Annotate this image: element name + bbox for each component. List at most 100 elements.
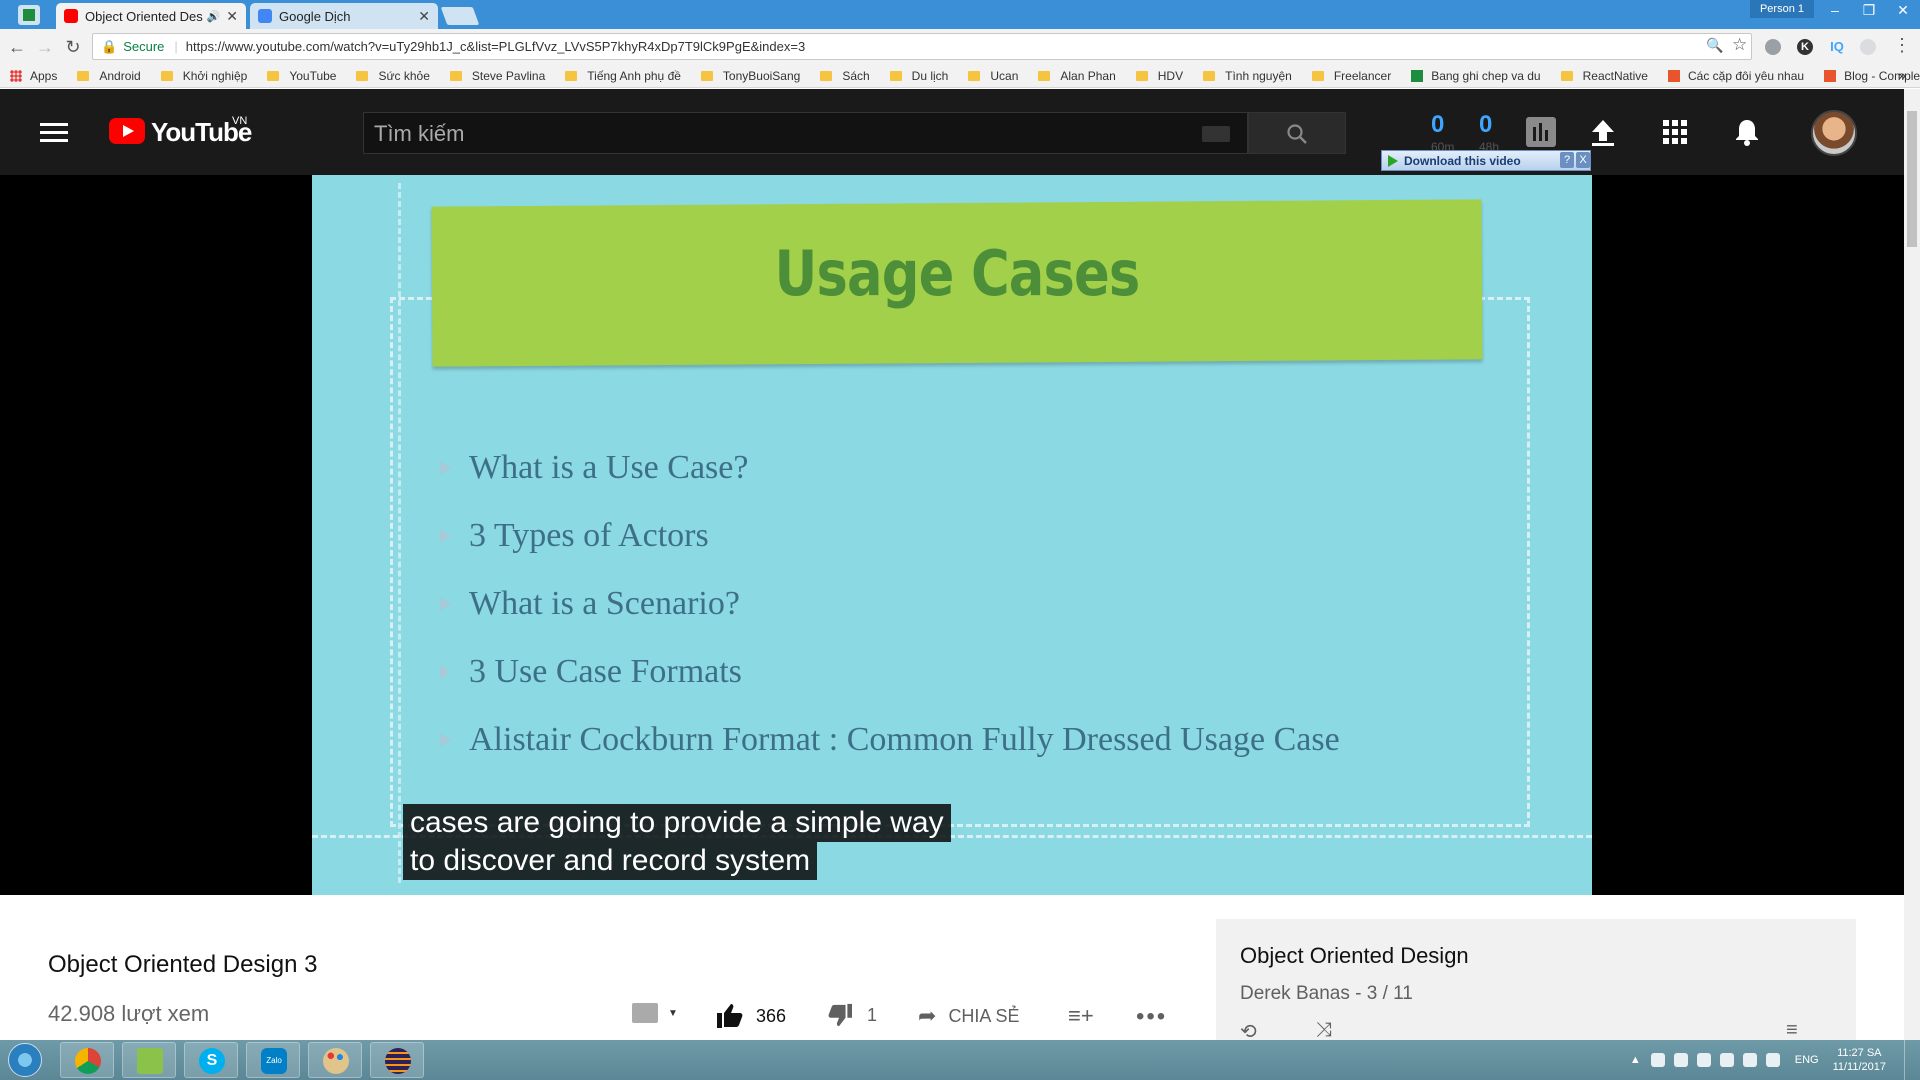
tab-close-icon[interactable]: ✕	[418, 8, 430, 25]
taskbar-zalo[interactable]: Zalo	[246, 1042, 300, 1078]
bookmark-item[interactable]: Sức khỏe	[356, 69, 430, 83]
analytics-icon[interactable]	[1526, 117, 1556, 147]
iq-extension-icon[interactable]: IQ	[1826, 39, 1848, 55]
bookmark-label: Alan Phan	[1060, 68, 1116, 83]
menu-icon[interactable]: ⋮	[1893, 35, 1911, 56]
taskbar-chrome[interactable]	[60, 1042, 114, 1078]
playlist-title[interactable]: Object Oriented Design	[1240, 943, 1469, 969]
forward-icon[interactable]: →	[34, 37, 56, 57]
scrollbar-thumb[interactable]	[1907, 111, 1917, 247]
notifications-bell-icon[interactable]	[1732, 117, 1762, 147]
tray-app-icon[interactable]	[1765, 1053, 1780, 1067]
back-icon[interactable]: ←	[6, 37, 28, 57]
bookmark-label: ReactNative	[1582, 68, 1648, 83]
video-player[interactable]: Usage Cases What is a Use Case? 3 Types …	[0, 175, 1904, 895]
shuffle-icon[interactable]: ⤨	[1316, 1019, 1332, 1042]
slide-bullet: What is a Scenario?	[440, 585, 740, 623]
add-to-playlist-icon[interactable]: ≡+	[1068, 1003, 1094, 1029]
paint-palette-icon	[323, 1048, 349, 1074]
volume-icon[interactable]	[1673, 1053, 1688, 1067]
taskbar-notepad[interactable]	[122, 1042, 176, 1078]
bookmark-item[interactable]: Khởi nghiệp	[160, 69, 247, 83]
clock[interactable]: 11:27 SA 11/11/2017	[1833, 1046, 1886, 1074]
folder-icon	[1038, 70, 1051, 81]
bookmark-item[interactable]: Sách	[820, 69, 870, 83]
network-icon[interactable]	[1696, 1053, 1711, 1067]
bookmark-item[interactable]: HDV	[1135, 69, 1183, 83]
bookmark-item[interactable]: Du lịch	[889, 69, 948, 83]
stat-60m-value: 0	[1431, 111, 1445, 138]
page-scrollbar[interactable]	[1904, 89, 1920, 1040]
download-help-button[interactable]: ?	[1560, 152, 1574, 168]
show-desktop-button[interactable]	[1904, 1040, 1914, 1080]
notepad-icon	[137, 1048, 163, 1074]
playlist-menu-icon[interactable]: ≡	[1786, 1019, 1798, 1042]
ext-circle-icon[interactable]	[1860, 39, 1876, 55]
new-tab-button[interactable]	[440, 7, 480, 25]
tab-title: Google Dịch	[279, 8, 351, 24]
folder-icon	[565, 70, 578, 81]
zoom-icon[interactable]: 🔍	[1706, 37, 1723, 54]
tray-expand-icon[interactable]: ▲	[1630, 1054, 1641, 1066]
download-play-icon	[1388, 154, 1398, 167]
bookmarks-overflow-icon[interactable]: »	[1898, 67, 1906, 83]
tab-close-icon[interactable]: ✕	[226, 8, 238, 25]
taskbar-skype[interactable]: S	[184, 1042, 238, 1078]
apps-grid-icon	[10, 69, 22, 82]
minimize-button[interactable]: –	[1818, 0, 1852, 22]
avatar[interactable]	[1811, 110, 1857, 156]
tab-title: Object Oriented Desig	[85, 8, 203, 24]
folder-icon	[267, 70, 280, 81]
bookmark-label: Apps	[30, 68, 58, 83]
keyboard-icon[interactable]	[1202, 126, 1230, 142]
taskbar-eclipse[interactable]	[370, 1042, 424, 1078]
bookmark-item[interactable]: Android	[77, 69, 141, 83]
bookmark-item[interactable]: YouTube	[267, 69, 336, 83]
download-close-button[interactable]: X	[1576, 152, 1590, 168]
star-icon[interactable]: ☆	[1732, 35, 1747, 55]
close-window-button[interactable]: ✕	[1886, 0, 1920, 22]
dislike-button[interactable]: 1	[827, 1003, 877, 1027]
profile-button[interactable]: Person 1	[1749, 0, 1814, 18]
ext-gray-icon[interactable]	[1765, 39, 1781, 55]
sheets-app-icon[interactable]	[18, 5, 40, 25]
tab-youtube[interactable]: Object Oriented Desig 🔊 ✕	[56, 3, 246, 29]
bookmark-item[interactable]: Freelancer	[1311, 69, 1391, 83]
apps-grid-icon[interactable]	[1660, 117, 1690, 147]
slide-title: Usage Cases	[774, 237, 1141, 310]
bookmark-item[interactable]: Alan Phan	[1038, 68, 1116, 83]
bookmark-item[interactable]: Steve Pavlina	[449, 69, 545, 83]
start-button-icon[interactable]	[8, 1043, 42, 1077]
search-button[interactable]	[1248, 112, 1346, 154]
restore-button[interactable]: ❐	[1852, 0, 1886, 22]
bookmark-item[interactable]: ReactNative	[1560, 68, 1648, 83]
search-input[interactable]: Tìm kiếm	[363, 112, 1248, 154]
tray-app-icon[interactable]	[1650, 1053, 1665, 1067]
tab-google-dich[interactable]: Google Dịch ✕	[250, 3, 438, 29]
share-button[interactable]: ➦ CHIA SẺ	[918, 1003, 1019, 1029]
language-indicator[interactable]: ENG	[1795, 1054, 1819, 1066]
folder-icon	[160, 70, 173, 81]
reload-icon[interactable]: ↻	[62, 37, 84, 57]
bookmark-item[interactable]: TonyBuoiSang	[700, 69, 800, 83]
address-bar[interactable]: 🔒 Secure | https://www.youtube.com/watch…	[92, 33, 1752, 60]
like-button[interactable]: 366	[716, 1003, 786, 1029]
upload-icon[interactable]	[1588, 117, 1618, 147]
slide-bullet-text: 3 Types of Actors	[469, 517, 709, 554]
flag-icon[interactable]	[1742, 1053, 1757, 1067]
bookmark-item[interactable]: Tình nguyện	[1203, 69, 1292, 83]
add-to-queue-icon[interactable]: ▼	[632, 1003, 678, 1023]
bookmark-item[interactable]: Các cặp đôi yêu nhau	[1667, 69, 1804, 83]
taskbar-paint[interactable]	[308, 1042, 362, 1078]
tray-app-icon[interactable]	[1719, 1053, 1734, 1067]
youtube-logo-icon[interactable]	[109, 118, 145, 144]
bookmark-item[interactable]: Bang ghi chep va du	[1411, 69, 1541, 83]
ext-k-icon[interactable]: K	[1797, 39, 1813, 55]
bookmark-item[interactable]: Ucan	[968, 69, 1018, 83]
audio-icon[interactable]: 🔊	[207, 10, 221, 23]
bookmark-item[interactable]: Apps	[10, 69, 57, 83]
region-label: VN	[232, 115, 248, 127]
more-actions-icon[interactable]: •••	[1136, 1003, 1167, 1031]
hamburger-menu-icon[interactable]	[40, 123, 68, 143]
bookmark-item[interactable]: Tiếng Anh phụ đề	[565, 69, 681, 83]
